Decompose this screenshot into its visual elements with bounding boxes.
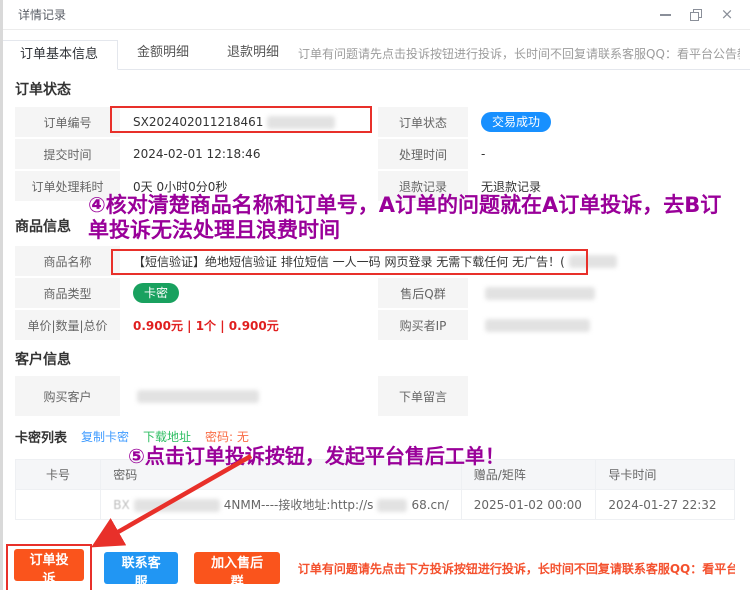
table-row: 商品类型 卡密 售后Q群 [15, 278, 735, 308]
annotation-box-complain-button: 订单投诉 [6, 544, 92, 590]
product-name-value: 【短信验证】绝地短信验证 排位短信 一人一码 网页登录 无需下载任何 无广告！( [120, 246, 735, 276]
after-sale-qq-value [468, 278, 735, 308]
tab-refund-detail[interactable]: 退款明细 [208, 39, 298, 69]
process-time-value: - [468, 139, 735, 169]
product-type-label: 商品类型 [15, 278, 120, 308]
redacted-url [377, 499, 407, 512]
password-none-note: 密码: 无 [205, 428, 249, 445]
card-secret-list-label: 卡密列表 [15, 427, 67, 446]
product-type-value: 卡密 [120, 278, 378, 308]
close-icon[interactable]: × [718, 6, 736, 24]
col-password: 密码 [101, 460, 462, 490]
complaint-hint-bottom: 订单有问题请先点击下方投诉按钮进行投诉，长时间不回复请联系客服QQ：看平台公告教… [298, 560, 735, 577]
elapsed-value: 0天 0小时0分0秒 [120, 171, 378, 201]
dialog-titlebar: 详情记录 × [0, 0, 750, 30]
refund-record-value: 无退款记录 [468, 171, 735, 201]
table-row: 提交时间 2024-02-01 12:18:46 处理时间 - [15, 139, 735, 169]
card-secret-toolbar: 卡密列表 复制卡密 下载地址 密码: 无 [15, 427, 735, 446]
minimize-icon[interactable] [656, 6, 674, 24]
table-row: 订单处理耗时 0天 0小时0分0秒 退款记录 无退款记录 [15, 171, 735, 201]
process-time-label: 处理时间 [378, 139, 468, 169]
section-title-product-info: 商品信息 [15, 216, 735, 236]
order-message-label: 下单留言 [378, 376, 468, 416]
price-qty-total-label: 单价|数量|总价 [15, 310, 120, 340]
after-sale-qq-label: 售后Q群 [378, 278, 468, 308]
table-row: 商品名称 【短信验证】绝地短信验证 排位短信 一人一码 网页登录 无需下载任何 … [15, 246, 735, 276]
product-name-label: 商品名称 [15, 246, 120, 276]
order-number-label: 订单编号 [15, 107, 120, 137]
join-aftersale-group-button[interactable]: 加入售后群 [194, 552, 279, 584]
table-header-row: 卡号 密码 赠品/矩阵 导卡时间 [16, 460, 735, 490]
redacted-qq [485, 287, 595, 300]
col-card-number: 卡号 [16, 460, 101, 490]
page-edge-strip [0, 0, 3, 590]
table-row: 购买客户 下单留言 [15, 376, 735, 416]
redacted-ip [485, 319, 590, 332]
col-export-time: 导卡时间 [596, 460, 735, 490]
restore-icon[interactable] [687, 6, 705, 24]
order-detail-dialog: 详情记录 × 订单基本信息 金额明细 退款明细 订单有问题请先点击投诉按钮进行投… [0, 0, 750, 590]
section-title-customer-info: 客户信息 [15, 349, 735, 369]
complaint-hint-top: 订单有问题请先点击投诉按钮进行投诉，长时间不回复请联系客服QQ：看平台公告教程售… [298, 39, 740, 69]
redacted-order-number [267, 116, 335, 129]
order-message-value [468, 376, 735, 416]
contact-support-button[interactable]: 联系客服 [104, 552, 178, 584]
order-state-value: 交易成功 [468, 107, 735, 137]
tab-order-basic-info[interactable]: 订单基本信息 [0, 40, 118, 70]
section-title-order-status: 订单状态 [15, 79, 735, 99]
price-qty-total-value: 0.900元 | 1个 | 0.900元 [120, 310, 378, 340]
order-number-value: SX202402011218461 [120, 107, 378, 137]
tab-amount-detail[interactable]: 金额明细 [118, 39, 208, 69]
redacted-buyer [137, 390, 259, 403]
dialog-content: 订单状态 订单编号 SX202402011218461 订单状态 交易成功 提交… [0, 79, 750, 590]
type-badge: 卡密 [133, 283, 179, 303]
table-row: 订单编号 SX202402011218461 订单状态 交易成功 [15, 107, 735, 137]
cell-gift-matrix: 2025-01-02 00:00 [461, 490, 596, 520]
footer-actions: 订单投诉 联系客服 加入售后群 订单有问题请先点击下方投诉按钮进行投诉，长时间不… [15, 544, 735, 590]
tab-bar: 订单基本信息 金额明细 退款明细 订单有问题请先点击投诉按钮进行投诉，长时间不回… [0, 30, 750, 70]
dialog-title: 详情记录 [18, 6, 66, 23]
buyer-ip-value [468, 310, 735, 340]
order-state-label: 订单状态 [378, 107, 468, 137]
refund-record-label: 退款记录 [378, 171, 468, 201]
col-gift-matrix: 赠品/矩阵 [461, 460, 596, 490]
copy-card-secret-link[interactable]: 复制卡密 [81, 428, 129, 445]
redacted-product-name [569, 255, 617, 268]
table-row: 单价|数量|总价 0.900元 | 1个 | 0.900元 购买者IP [15, 310, 735, 340]
window-controls: × [656, 6, 736, 24]
elapsed-label: 订单处理耗时 [15, 171, 120, 201]
download-address-link[interactable]: 下载地址 [143, 428, 191, 445]
submit-time-value: 2024-02-01 12:18:46 [120, 139, 378, 169]
buyer-label: 购买客户 [15, 376, 120, 416]
cell-card-number [16, 490, 101, 520]
buyer-ip-label: 购买者IP [378, 310, 468, 340]
submit-time-label: 提交时间 [15, 139, 120, 169]
status-badge: 交易成功 [481, 112, 551, 132]
order-complain-button[interactable]: 订单投诉 [14, 549, 84, 581]
cell-password: BX4NMM----接收地址:http://s68.cn/ [101, 490, 462, 520]
redacted-password [134, 499, 220, 512]
table-row: BX4NMM----接收地址:http://s68.cn/ 2025-01-02… [16, 490, 735, 520]
buyer-value [120, 376, 378, 416]
cell-export-time: 2024-01-27 22:32 [596, 490, 735, 520]
card-secret-table: 卡号 密码 赠品/矩阵 导卡时间 BX4NMM----接收地址:http://s… [15, 459, 735, 520]
